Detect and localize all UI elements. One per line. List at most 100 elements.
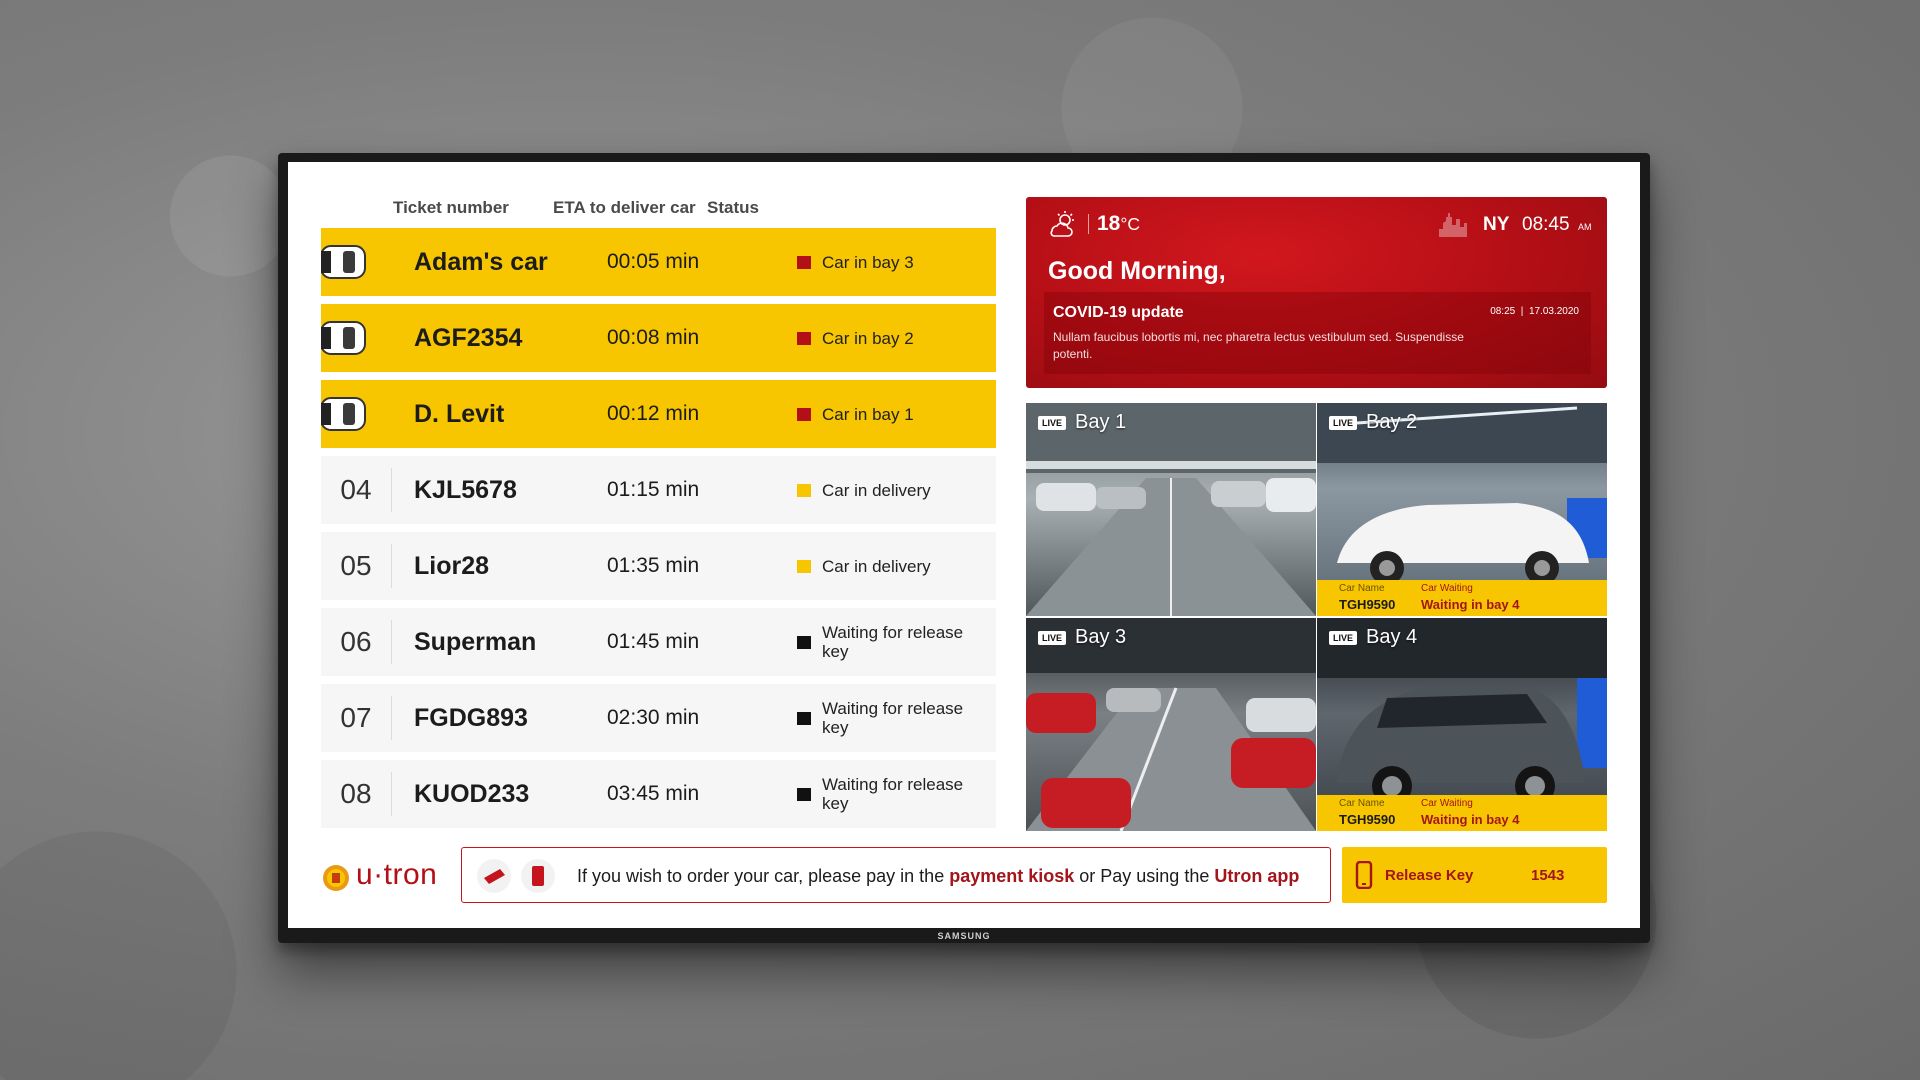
row-divider [391,620,392,664]
info-panel: 18°C NY 08:45 AM Good Morning, COVID-19 … [1026,197,1607,388]
car-waiting-label: Car Waiting [1421,583,1473,594]
tv-frame: Ticket number ETA to deliver car Status … [278,153,1650,943]
ticket-eta: 01:35 min [607,554,700,577]
release-key-code: 1543 [1531,866,1565,884]
display-screen: Ticket number ETA to deliver car Status … [288,162,1640,928]
live-badge: LIVE [1038,631,1067,645]
utron-app-link[interactable]: Utron app [1214,866,1299,887]
table-header: Ticket number ETA to deliver car Status [288,192,988,222]
ticket-name: KJL5678 [414,475,517,504]
skyline-icon [1439,213,1467,237]
divider [1088,214,1089,234]
status-indicator [797,712,811,725]
bay-title: Bay 3 [1075,626,1127,648]
live-badge: LIVE [1038,416,1067,430]
utron-sun-icon [323,865,349,891]
bay-camera-2[interactable]: LIVE Bay 2 Car Name TGH9590 Car Waiting … [1317,403,1607,616]
temperature: 18°C [1097,212,1140,235]
row-number: 05 [340,550,372,581]
city-label: NY [1483,214,1510,235]
tv-brand-label: SAMSUNG [937,931,991,941]
car-name-label: Car Name [1339,798,1385,809]
payment-banner[interactable]: If you wish to order your car, please pa… [461,847,1331,903]
ticket-row[interactable]: 07 FGDG893 02:30 min Waiting for release ke… [321,684,996,752]
status-indicator [797,332,811,345]
news-timestamp: 08:25 | 17.03.2020 [1490,306,1579,317]
row-divider [391,544,392,588]
car-top-view-icon [321,397,366,431]
payment-text-prefix: If you wish to order your car, please pa… [577,865,945,886]
status-indicator [797,788,811,801]
phone-icon [1355,861,1373,889]
header-ticket: Ticket number [393,198,509,217]
payment-kiosk-link[interactable]: payment kiosk [949,866,1074,887]
row-divider [391,772,392,816]
row-divider [391,696,392,740]
greeting: Good Morning, [1048,257,1226,285]
row-divider [391,468,392,512]
ticket-name: Adam's car [414,247,548,276]
payment-instruction: If you wish to order your car, please pa… [577,848,1304,904]
bay-camera-1[interactable]: LIVE Bay 1 [1026,403,1316,616]
bay-info-strip: Car Name TGH9590 Car Waiting Waiting in … [1317,795,1607,831]
bay-camera-4[interactable]: LIVE Bay 4 Car Name TGH9590 Car Waiting … [1317,618,1607,831]
news-card[interactable]: COVID-19 update 08:25 | 17.03.2020 Nulla… [1044,292,1591,374]
ticket-row[interactable]: D. Levit 00:12 min Car in bay 1 [321,380,996,448]
ticket-row[interactable]: 06 Superman 01:45 min Waiting for release k… [321,608,996,676]
status-indicator [797,256,811,269]
ticket-name: AGF2354 [414,323,523,352]
live-badge: LIVE [1329,416,1358,430]
ticket-row[interactable]: 05 Lior28 01:35 min Car in delivery [321,532,996,600]
car-name-label: Car Name [1339,583,1385,594]
ticket-status: Car in bay 3 [822,252,914,272]
ticket-row[interactable]: AGF2354 00:08 min Car in bay 2 [321,304,996,372]
ticket-row[interactable]: 04 KJL5678 01:15 min Car in delivery [321,456,996,524]
payment-text-middle: or Pay using the [1079,865,1210,886]
ticket-status: Car in delivery [822,480,931,500]
ticket-row[interactable]: 08 KUOD233 03:45 min Waiting for release ke… [321,760,996,828]
row-number: 07 [340,702,372,733]
car-waiting-value: Waiting in bay 4 [1421,812,1520,827]
release-key-button[interactable]: Release Key 1543 [1342,847,1607,903]
ticket-row[interactable]: Adam's car 00:05 min Car in bay 3 [321,228,996,296]
ticket-status: Waiting for release key [822,623,964,661]
news-title: COVID-19 update [1053,304,1184,321]
row-number: 04 [340,474,372,505]
bay-title: Bay 4 [1366,626,1418,648]
live-badge: LIVE [1329,631,1358,645]
car-waiting-value: Waiting in bay 4 [1421,597,1520,612]
row-number: 06 [340,626,372,657]
status-indicator [797,408,811,421]
partly-cloudy-sun-icon [1050,211,1074,237]
ticket-name: D. Levit [414,399,505,428]
utron-logo: u·tron [321,857,441,897]
ticket-eta: 00:12 min [607,402,700,425]
bay-title: Bay 2 [1366,411,1418,433]
ticket-eta: 02:30 min [607,706,700,729]
payment-card-icon [477,859,511,893]
release-key-label: Release Key [1385,866,1474,884]
status-indicator [797,560,811,573]
status-indicator [797,636,811,649]
ticket-name: Superman [414,627,537,656]
ticket-status: Waiting for release key [822,775,964,813]
car-name-value: TGH9590 [1339,597,1396,612]
header-eta: ETA to deliver car [553,198,696,217]
parking-scene-1 [1026,403,1316,616]
ticket-status: Car in delivery [822,556,931,576]
ticket-eta: 03:45 min [607,782,700,805]
parking-scene-3 [1026,618,1316,831]
header-status: Status [707,198,759,217]
bay-title: Bay 1 [1075,411,1127,433]
logo-wordmark: u·tron [356,858,438,891]
car-waiting-label: Car Waiting [1421,798,1473,809]
ticket-status: Car in bay 1 [822,404,914,424]
row-number: 08 [340,778,372,809]
ticket-name: KUOD233 [414,779,530,808]
news-body: Nullam faucibus lobortis mi, nec pharetr… [1053,330,1464,361]
bay-camera-3[interactable]: LIVE Bay 3 [1026,618,1316,831]
clock-ampm: AM [1578,222,1592,232]
ticket-status: Car in bay 2 [822,328,914,348]
ticket-list: Adam's car 00:05 min Car in bay 3 AGF2354 00… [321,228,996,836]
bay-info-strip: Car Name TGH9590 Car Waiting Waiting in … [1317,580,1607,616]
